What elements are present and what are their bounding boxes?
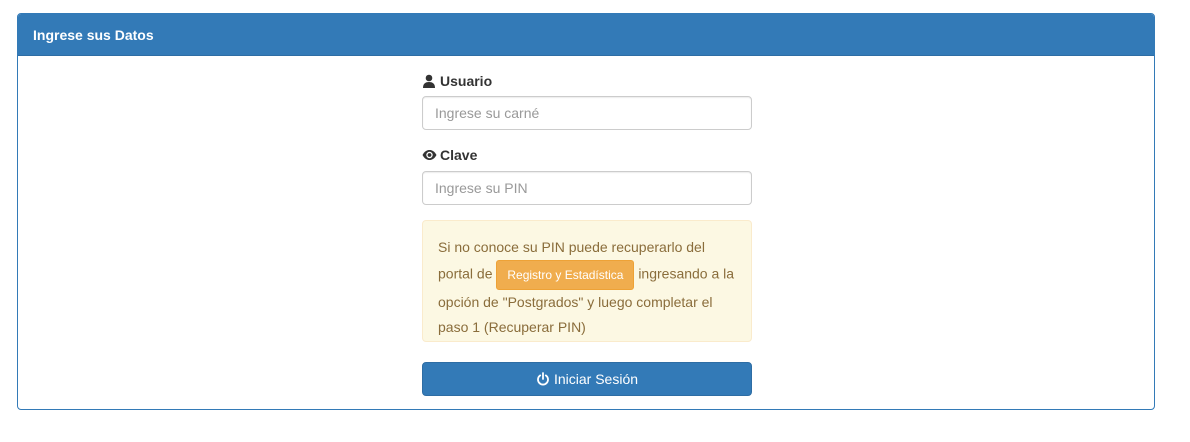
iniciar-sesion-label: Iniciar Sesión [553,371,639,387]
usuario-input[interactable] [422,96,752,130]
user-icon [422,74,436,88]
clave-input[interactable] [422,171,752,205]
usuario-label: Usuario [422,73,492,89]
panel-title: Ingrese sus Datos [33,26,154,43]
iniciar-sesion-button[interactable]: Iniciar Sesión [422,362,752,396]
clave-label-text: Clave [440,147,478,163]
eye-icon [422,148,437,162]
clave-label: Clave [422,147,477,163]
power-icon [536,372,550,386]
panel-heading: Ingrese sus Datos [18,14,1154,56]
registro-estadistica-button[interactable]: Registro y Estadística [496,260,635,290]
usuario-label-text: Usuario [440,73,493,89]
login-panel: Ingrese sus Datos Usuario Clave [17,13,1155,410]
pin-info-alert: Si no conoce su PIN puede recuperarlo de… [422,220,752,342]
